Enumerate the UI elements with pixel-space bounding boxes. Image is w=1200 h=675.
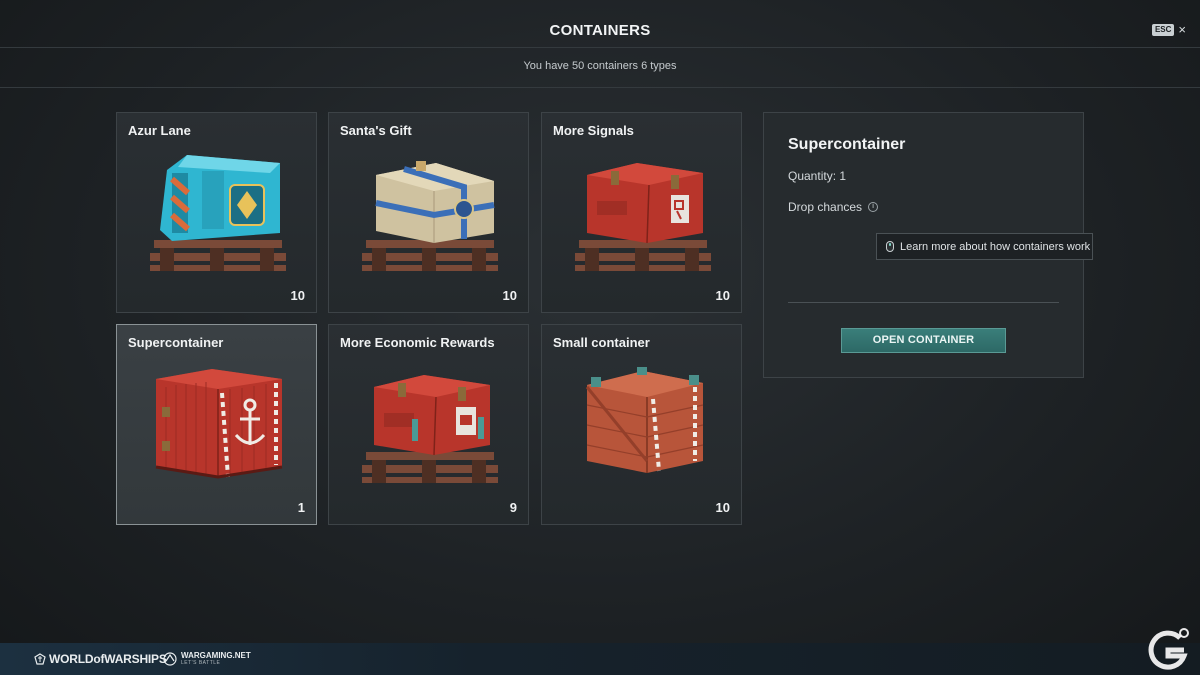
more-signals-container-icon <box>575 163 711 271</box>
economic-rewards-container-icon <box>362 375 498 483</box>
containers-summary: You have 50 containers 6 types <box>523 60 677 72</box>
small-container-icon <box>585 367 704 473</box>
container-card-azur-lane[interactable]: Azur Lane 10 <box>116 112 317 313</box>
world-of-warships-logo: WORLDofWARSHIPS <box>34 652 167 666</box>
publisher-tagline: LET'S BATTLE <box>181 660 221 666</box>
divider <box>788 302 1059 303</box>
azur-lane-container-icon <box>150 155 286 271</box>
esc-key-badge: ESC <box>1151 24 1175 36</box>
warships-emblem-icon <box>34 653 46 665</box>
container-details-panel: Supercontainer Quantity: 1 Drop chances … <box>763 112 1093 378</box>
details-title: Supercontainer <box>788 136 906 153</box>
close-icon[interactable]: × <box>1178 23 1186 36</box>
container-count: 10 <box>502 288 517 303</box>
container-count: 10 <box>290 288 305 303</box>
containers-grid: Azur Lane 10 Santa's Gift 10 More Signal… <box>116 112 742 525</box>
tooltip-text: Learn more about how containers work <box>900 240 1091 253</box>
container-count: 10 <box>715 288 730 303</box>
container-card-small-container[interactable]: Small container 10 <box>541 324 742 525</box>
container-name: Small container <box>553 335 650 350</box>
santas-gift-container-icon <box>362 161 498 271</box>
details-quantity: Quantity: 1 <box>788 169 847 183</box>
container-count: 10 <box>715 500 730 515</box>
supercontainer-icon <box>155 369 283 479</box>
container-count: 1 <box>297 500 305 515</box>
wargaming-emblem-icon <box>163 651 177 666</box>
wargaming-logo: WARGAMING.NET LET'S BATTLE <box>163 651 251 666</box>
container-card-santas-gift[interactable]: Santa's Gift 10 <box>328 112 529 313</box>
page-title: CONTAINERS <box>549 22 651 39</box>
container-name: More Signals <box>553 123 634 138</box>
open-container-button[interactable]: OPEN CONTAINER <box>841 328 1006 353</box>
close-control[interactable]: ESC × <box>1151 23 1186 36</box>
container-card-more-signals[interactable]: More Signals 10 <box>541 112 742 313</box>
container-count: 9 <box>509 500 517 515</box>
site-watermark-logo <box>1148 628 1189 670</box>
container-name: Santa's Gift <box>340 123 412 138</box>
container-name: Supercontainer <box>128 335 224 350</box>
footer-bar: WORLDofWARSHIPS WARGAMING.NET LET'S BATT… <box>0 643 1200 675</box>
summary-bar: You have 50 containers 6 types <box>0 48 1200 88</box>
drop-chances-label: Drop chances <box>788 200 863 214</box>
publisher-logo-text: WARGAMING.NET <box>181 651 251 660</box>
info-icon[interactable]: i <box>868 202 879 212</box>
game-logo-text: WORLDofWARSHIPS <box>49 652 167 666</box>
container-card-more-economic-rewards[interactable]: More Economic Rewards 9 <box>328 324 529 525</box>
container-card-supercontainer[interactable]: Supercontainer 1 <box>116 324 317 525</box>
container-name: Azur Lane <box>128 123 191 138</box>
tooltip: Learn more about how containers work <box>876 233 1093 260</box>
header-bar: CONTAINERS ESC × <box>0 0 1200 48</box>
drop-chances[interactable]: Drop chances i <box>788 200 879 214</box>
container-name: More Economic Rewards <box>340 335 495 350</box>
mouse-icon <box>886 241 894 252</box>
